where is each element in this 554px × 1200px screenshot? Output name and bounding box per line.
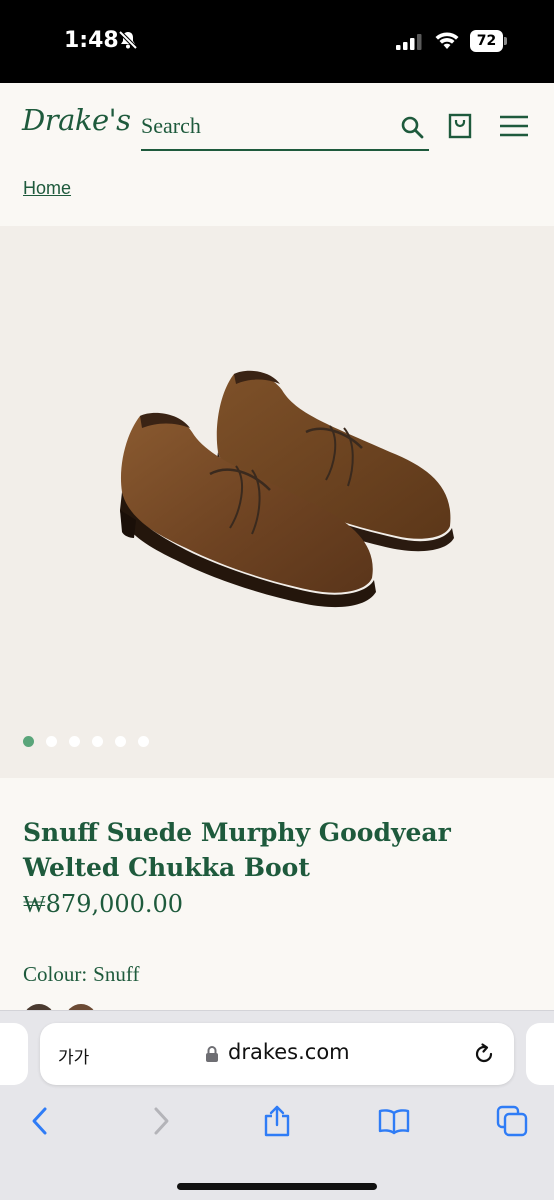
site-header: Drake's [0,83,554,169]
share-icon[interactable] [261,1105,293,1137]
search-bar[interactable] [141,105,429,151]
bookmarks-icon[interactable] [378,1105,410,1137]
next-tab-preview[interactable] [526,1023,554,1085]
status-time: 1:48 [64,28,119,53]
lock-icon [206,1046,218,1062]
home-indicator[interactable] [177,1183,377,1190]
brand-logo[interactable]: Drake's [22,103,131,137]
product-title: Snuff Suede Murphy Goodyear Welted Chukk… [23,818,451,882]
breadcrumb-home-link[interactable]: Home [23,178,71,199]
battery-icon: 72 [470,30,508,52]
colour-label: Colour: Snuff [23,962,139,987]
search-input[interactable] [141,109,391,143]
previous-tab-preview[interactable] [0,1023,28,1085]
battery-level: 72 [470,30,503,52]
signal-icon [396,34,422,50]
colour-label-text: Colour: [23,962,88,986]
product-image-gallery[interactable] [0,226,554,778]
bell-slash-icon [118,30,138,50]
carousel-dot[interactable] [23,736,34,747]
product-price: ₩879,000.00 [23,890,184,918]
status-bar: 1:48 72 [0,0,554,83]
url-text[interactable]: drakes.com [228,1040,350,1064]
carousel-dot[interactable] [46,736,57,747]
back-icon[interactable] [24,1105,56,1137]
page-settings-button[interactable]: 가가 [58,1043,89,1068]
forward-icon[interactable] [145,1105,177,1137]
tabs-icon[interactable] [496,1105,528,1137]
wifi-icon [435,32,459,49]
carousel-dot[interactable] [69,736,80,747]
search-icon[interactable] [400,115,424,139]
browser-toolbar: 가가 drakes.com [0,1010,554,1200]
reload-icon[interactable] [472,1042,496,1066]
carousel-dot[interactable] [138,736,149,747]
carousel-dot[interactable] [115,736,126,747]
colour-value: Snuff [93,962,140,986]
address-bar[interactable]: 가가 drakes.com [40,1023,514,1085]
bag-icon[interactable] [448,113,472,139]
carousel-dot[interactable] [92,736,103,747]
menu-icon[interactable] [499,114,529,138]
product-image [120,370,454,608]
